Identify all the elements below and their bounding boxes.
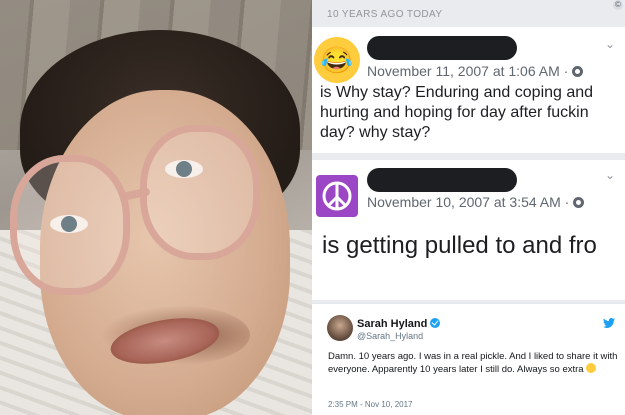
corner-icon: ©: [613, 0, 623, 10]
redacted-name: [367, 168, 517, 192]
memory-post: ⌄ November 10, 2007 at 3:54 AM · is gett…: [312, 160, 625, 300]
embedded-tweet[interactable]: Sarah Hyland @Sarah_Hyland Damn. 10 year…: [312, 303, 625, 415]
laughing-emoji-icon: 😂: [314, 37, 360, 83]
verified-badge-icon: [430, 318, 441, 328]
post-timestamp[interactable]: November 10, 2007 at 3:54 AM ·: [367, 194, 585, 210]
tweet-author-name[interactable]: Sarah Hyland: [357, 318, 441, 330]
twitter-bird-icon[interactable]: [603, 318, 615, 328]
tweet-text: Damn. 10 years ago. I was in a real pick…: [328, 351, 618, 375]
post-timestamp[interactable]: November 11, 2007 at 1:06 AM ·: [367, 63, 584, 79]
peace-sign-icon: [316, 175, 358, 217]
tweet-timestamp[interactable]: 2:35 PM - Nov 10, 2017: [328, 400, 413, 409]
redacted-name: [367, 36, 517, 60]
selfie-photo: [0, 0, 312, 415]
glasses-right-lens: [140, 125, 260, 260]
avatar[interactable]: [327, 315, 353, 341]
tweet-author-handle[interactable]: @Sarah_Hyland: [357, 331, 423, 341]
laughing-emoji-icon: [585, 363, 596, 373]
chevron-down-icon[interactable]: ⌄: [605, 37, 615, 51]
post-text: is getting pulled to and fro: [322, 232, 597, 259]
memories-header: 10 YEARS AGO TODAY: [327, 9, 443, 20]
glasses-left-lens: [10, 155, 130, 295]
memory-post: 😂 ⌄ November 11, 2007 at 1:06 AM · is Wh…: [312, 27, 625, 153]
gear-icon: [572, 66, 584, 77]
gear-icon: [573, 197, 585, 208]
post-text: is Why stay? Enduring and coping and hur…: [320, 84, 594, 141]
chevron-down-icon[interactable]: ⌄: [605, 168, 615, 182]
